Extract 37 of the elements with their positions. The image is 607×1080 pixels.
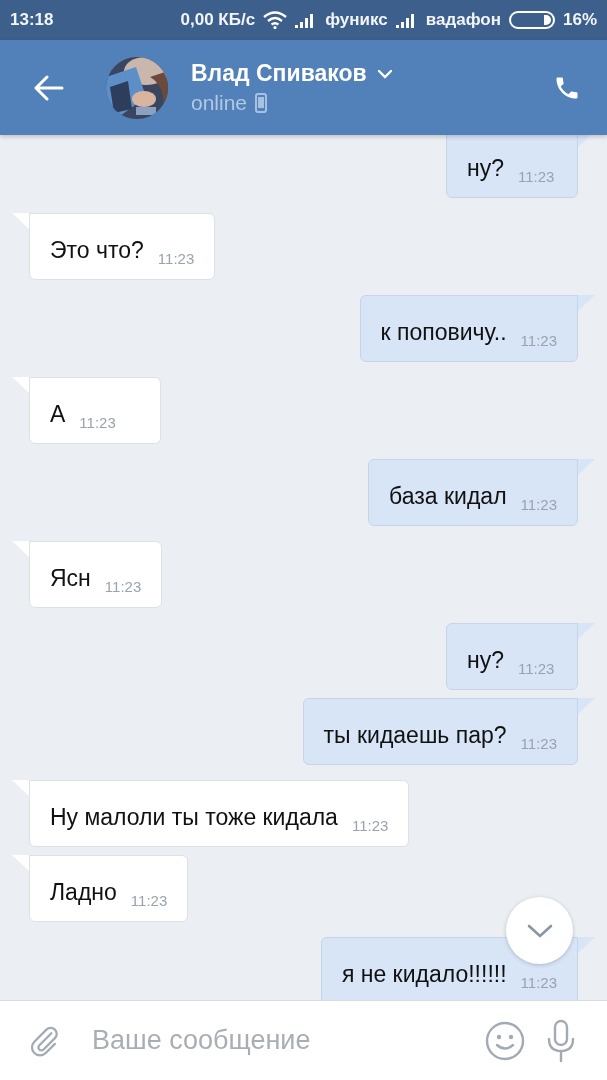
contact-name[interactable]: Влад Спиваков (191, 60, 367, 87)
message-text: Ладно (50, 878, 117, 907)
microphone-icon[interactable] (545, 1018, 577, 1063)
message-text: Ну малоли ты тоже кидала (50, 803, 338, 832)
message-time: 11:23 (79, 413, 116, 433)
message-text: к поповичу.. (380, 318, 507, 347)
status-time: 13:18 (10, 10, 54, 30)
message-time: 11:23 (130, 891, 168, 911)
message-time: 11:23 (351, 816, 389, 836)
battery-icon (508, 11, 555, 29)
message-time: 11:23 (520, 973, 557, 993)
carrier-name: фуникс (325, 10, 388, 30)
message-text: А (50, 400, 66, 429)
message-time: 11:23 (157, 249, 195, 269)
message-text: Ясн (50, 564, 91, 593)
phone-device-icon (255, 93, 268, 113)
message-text: ну? (467, 154, 504, 183)
message-time: 11:23 (518, 167, 555, 187)
back-icon[interactable] (34, 74, 64, 101)
message-time: 11:23 (520, 331, 557, 351)
battery-percent: 16% (562, 10, 597, 30)
message-time: 11:23 (104, 577, 142, 597)
carrier-name: вадафон (425, 10, 501, 30)
online-status: online (191, 91, 248, 115)
chevron-down-icon[interactable] (376, 68, 393, 79)
emoji-icon[interactable] (485, 1020, 525, 1061)
message-text: ну? (467, 646, 504, 675)
message-text: Это что? (50, 236, 144, 265)
message-time: 11:23 (518, 659, 555, 679)
message-text: ты кидаешь пар? (323, 721, 507, 750)
network-speed: 0,00 КБ/с (180, 10, 256, 30)
message-time: 11:23 (520, 734, 557, 754)
message-text: база кидал (389, 482, 507, 511)
message-text: я не кидало!!!!!! (341, 960, 507, 989)
chevron-down-icon[interactable] (525, 922, 554, 939)
message-time: 11:23 (520, 495, 557, 515)
wifi-icon (263, 11, 288, 29)
